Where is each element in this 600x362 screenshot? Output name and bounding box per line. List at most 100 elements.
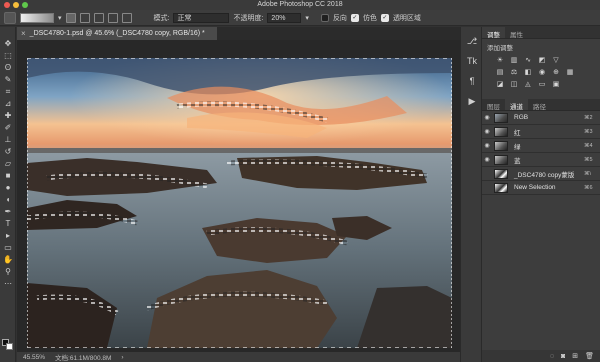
curves-icon[interactable]: ∿: [524, 56, 532, 64]
document-tab-title: _DSC4780-1.psd @ 45.6% (_DSC4780 copy, R…: [29, 30, 205, 37]
background-color-swatch[interactable]: [6, 343, 13, 350]
document-size[interactable]: 文档:61.1M/800.8M: [55, 352, 111, 362]
gradient-picker[interactable]: [20, 12, 54, 23]
close-icon[interactable]: ×: [21, 29, 26, 38]
black-white-icon[interactable]: ◧: [524, 68, 532, 76]
brush-tool-icon[interactable]: ✐: [3, 123, 13, 132]
type-tool-icon[interactable]: T: [3, 219, 13, 228]
document-canvas[interactable]: [27, 58, 452, 348]
path-select-tool-icon[interactable]: ▸: [3, 231, 13, 240]
angle-gradient-button[interactable]: [93, 12, 104, 23]
channel-row[interactable]: New Selection ⌘6: [482, 181, 600, 195]
levels-icon[interactable]: ▥: [510, 56, 518, 64]
history-brush-tool-icon[interactable]: ↺: [3, 147, 13, 156]
blur-tool-icon[interactable]: ●: [3, 183, 13, 192]
tools-panel: ✥ ⬚ ʘ ✎ ⌗ ⊿ ✚ ✐ ⊥ ↺ ▱ ■ ● ◖ ✒ T ▸ ▭ ✋ ⚲ …: [0, 27, 16, 362]
channel-row[interactable]: ◉ 蓝 ⌘5: [482, 153, 600, 167]
save-selection-icon[interactable]: ◙: [561, 353, 565, 360]
chevron-right-icon[interactable]: ›: [121, 354, 123, 361]
eye-icon[interactable]: ◉: [482, 128, 492, 135]
document-tab[interactable]: × _DSC4780-1.psd @ 45.6% (_DSC4780 copy,…: [17, 27, 217, 40]
tab-channels[interactable]: 通道: [505, 99, 528, 111]
adjustments-tab-bar: 调整 属性: [482, 27, 600, 39]
channel-thumbnail: [494, 126, 508, 137]
channel-mixer-icon[interactable]: ⊕: [552, 68, 560, 76]
eye-icon[interactable]: ◉: [482, 142, 492, 149]
more-tools-icon[interactable]: ⋯: [3, 279, 13, 288]
transparency-label: 透明区域: [392, 14, 421, 22]
invert-icon[interactable]: ◪: [496, 80, 504, 88]
eyedropper-tool-icon[interactable]: ⊿: [3, 99, 13, 108]
character-panel-icon[interactable]: Tk: [466, 55, 478, 67]
zoom-tool-icon[interactable]: ⚲: [3, 267, 13, 276]
opacity-label: 不透明度:: [233, 14, 264, 22]
eye-icon[interactable]: ◉: [482, 156, 492, 163]
tab-layers[interactable]: 图层: [482, 99, 505, 111]
posterize-icon[interactable]: ◫: [510, 80, 518, 88]
options-bar: ▾ 模式: 正常 不透明度: 20% ▾ 反向 ✓ 仿色 ✓ 透明区域: [0, 10, 600, 26]
clone-stamp-tool-icon[interactable]: ⊥: [3, 135, 13, 144]
channel-shortcut: ⌘6: [584, 184, 593, 191]
channel-row[interactable]: ◉ 红 ⌘3: [482, 125, 600, 139]
window-title: Adobe Photoshop CC 2018: [257, 1, 343, 8]
tab-paths[interactable]: 路径: [528, 99, 551, 111]
diamond-gradient-button[interactable]: [121, 12, 132, 23]
linear-gradient-button[interactable]: [65, 12, 76, 23]
channel-shortcut: ⌘2: [584, 114, 593, 121]
channel-thumbnail: [494, 182, 508, 193]
paragraph-panel-icon[interactable]: ¶: [466, 75, 478, 87]
tab-properties[interactable]: 属性: [505, 27, 528, 39]
transparency-checkbox[interactable]: ✓: [380, 13, 389, 22]
quick-select-tool-icon[interactable]: ✎: [3, 75, 13, 84]
crop-tool-icon[interactable]: ⌗: [3, 87, 13, 96]
rectangle-tool-icon[interactable]: ▭: [3, 243, 13, 252]
channel-row[interactable]: ◉ 绿 ⌘4: [482, 139, 600, 153]
healing-brush-tool-icon[interactable]: ✚: [3, 111, 13, 120]
pen-tool-icon[interactable]: ✒: [3, 207, 13, 216]
color-balance-icon[interactable]: ⚖: [510, 68, 518, 76]
lasso-tool-icon[interactable]: ʘ: [3, 63, 13, 72]
gradient-map-icon[interactable]: ▭: [538, 80, 546, 88]
threshold-icon[interactable]: ◬: [524, 80, 532, 88]
trash-icon[interactable]: 🗑: [585, 352, 594, 360]
load-selection-icon[interactable]: ◌: [550, 353, 554, 360]
tab-adjustments[interactable]: 调整: [482, 27, 505, 39]
channel-row[interactable]: ◉ RGB ⌘2: [482, 111, 600, 125]
mode-dropdown[interactable]: 正常: [173, 12, 230, 23]
eraser-tool-icon[interactable]: ▱: [3, 159, 13, 168]
move-tool-icon[interactable]: ✥: [3, 39, 13, 48]
right-panels: 调整 属性 添加调整 ☀ ▥ ∿ ◩ ▽ ▤ ⚖ ◧ ◉ ⊕ ▦ ◪ ◫ ◬ ▭…: [482, 27, 600, 362]
history-panel-icon[interactable]: ⎇: [466, 35, 478, 47]
chevron-down-icon[interactable]: ▾: [58, 14, 62, 22]
dither-checkbox[interactable]: ✓: [350, 13, 359, 22]
eye-icon[interactable]: ◉: [482, 114, 492, 121]
opacity-input[interactable]: 20%: [267, 12, 302, 23]
dodge-tool-icon[interactable]: ◖: [3, 195, 13, 204]
reverse-checkbox[interactable]: [320, 13, 329, 22]
radial-gradient-button[interactable]: [79, 12, 90, 23]
canvas-area[interactable]: [17, 40, 460, 352]
reverse-label: 反向: [332, 14, 347, 22]
vibrance-icon[interactable]: ▽: [552, 56, 560, 64]
channel-row[interactable]: _DSC4780 copy蒙版 ⌘\: [482, 167, 600, 181]
brightness-contrast-icon[interactable]: ☀: [496, 56, 504, 64]
status-bar: 45.55% 文档:61.1M/800.8M ›: [17, 352, 460, 362]
gradient-tool-preset-icon[interactable]: [4, 11, 16, 24]
color-lookup-icon[interactable]: ▦: [566, 68, 574, 76]
channel-shortcut: ⌘5: [584, 156, 593, 163]
new-channel-icon[interactable]: ⊞: [572, 352, 578, 360]
exposure-icon[interactable]: ◩: [538, 56, 546, 64]
selective-color-icon[interactable]: ▣: [552, 80, 560, 88]
actions-panel-icon[interactable]: ▶: [466, 95, 478, 107]
marquee-tool-icon[interactable]: ⬚: [3, 51, 13, 60]
dither-label: 仿色: [362, 14, 377, 22]
hue-saturation-icon[interactable]: ▤: [496, 68, 504, 76]
chevron-down-icon[interactable]: ▾: [305, 14, 309, 22]
hand-tool-icon[interactable]: ✋: [3, 255, 13, 264]
gradient-tool-icon[interactable]: ■: [3, 171, 13, 180]
reflected-gradient-button[interactable]: [107, 12, 118, 23]
channels-footer: ◌ ◙ ⊞ 🗑: [482, 350, 600, 362]
channel-name: RGB: [514, 114, 529, 121]
zoom-level[interactable]: 45.55%: [23, 354, 45, 361]
photo-filter-icon[interactable]: ◉: [538, 68, 546, 76]
